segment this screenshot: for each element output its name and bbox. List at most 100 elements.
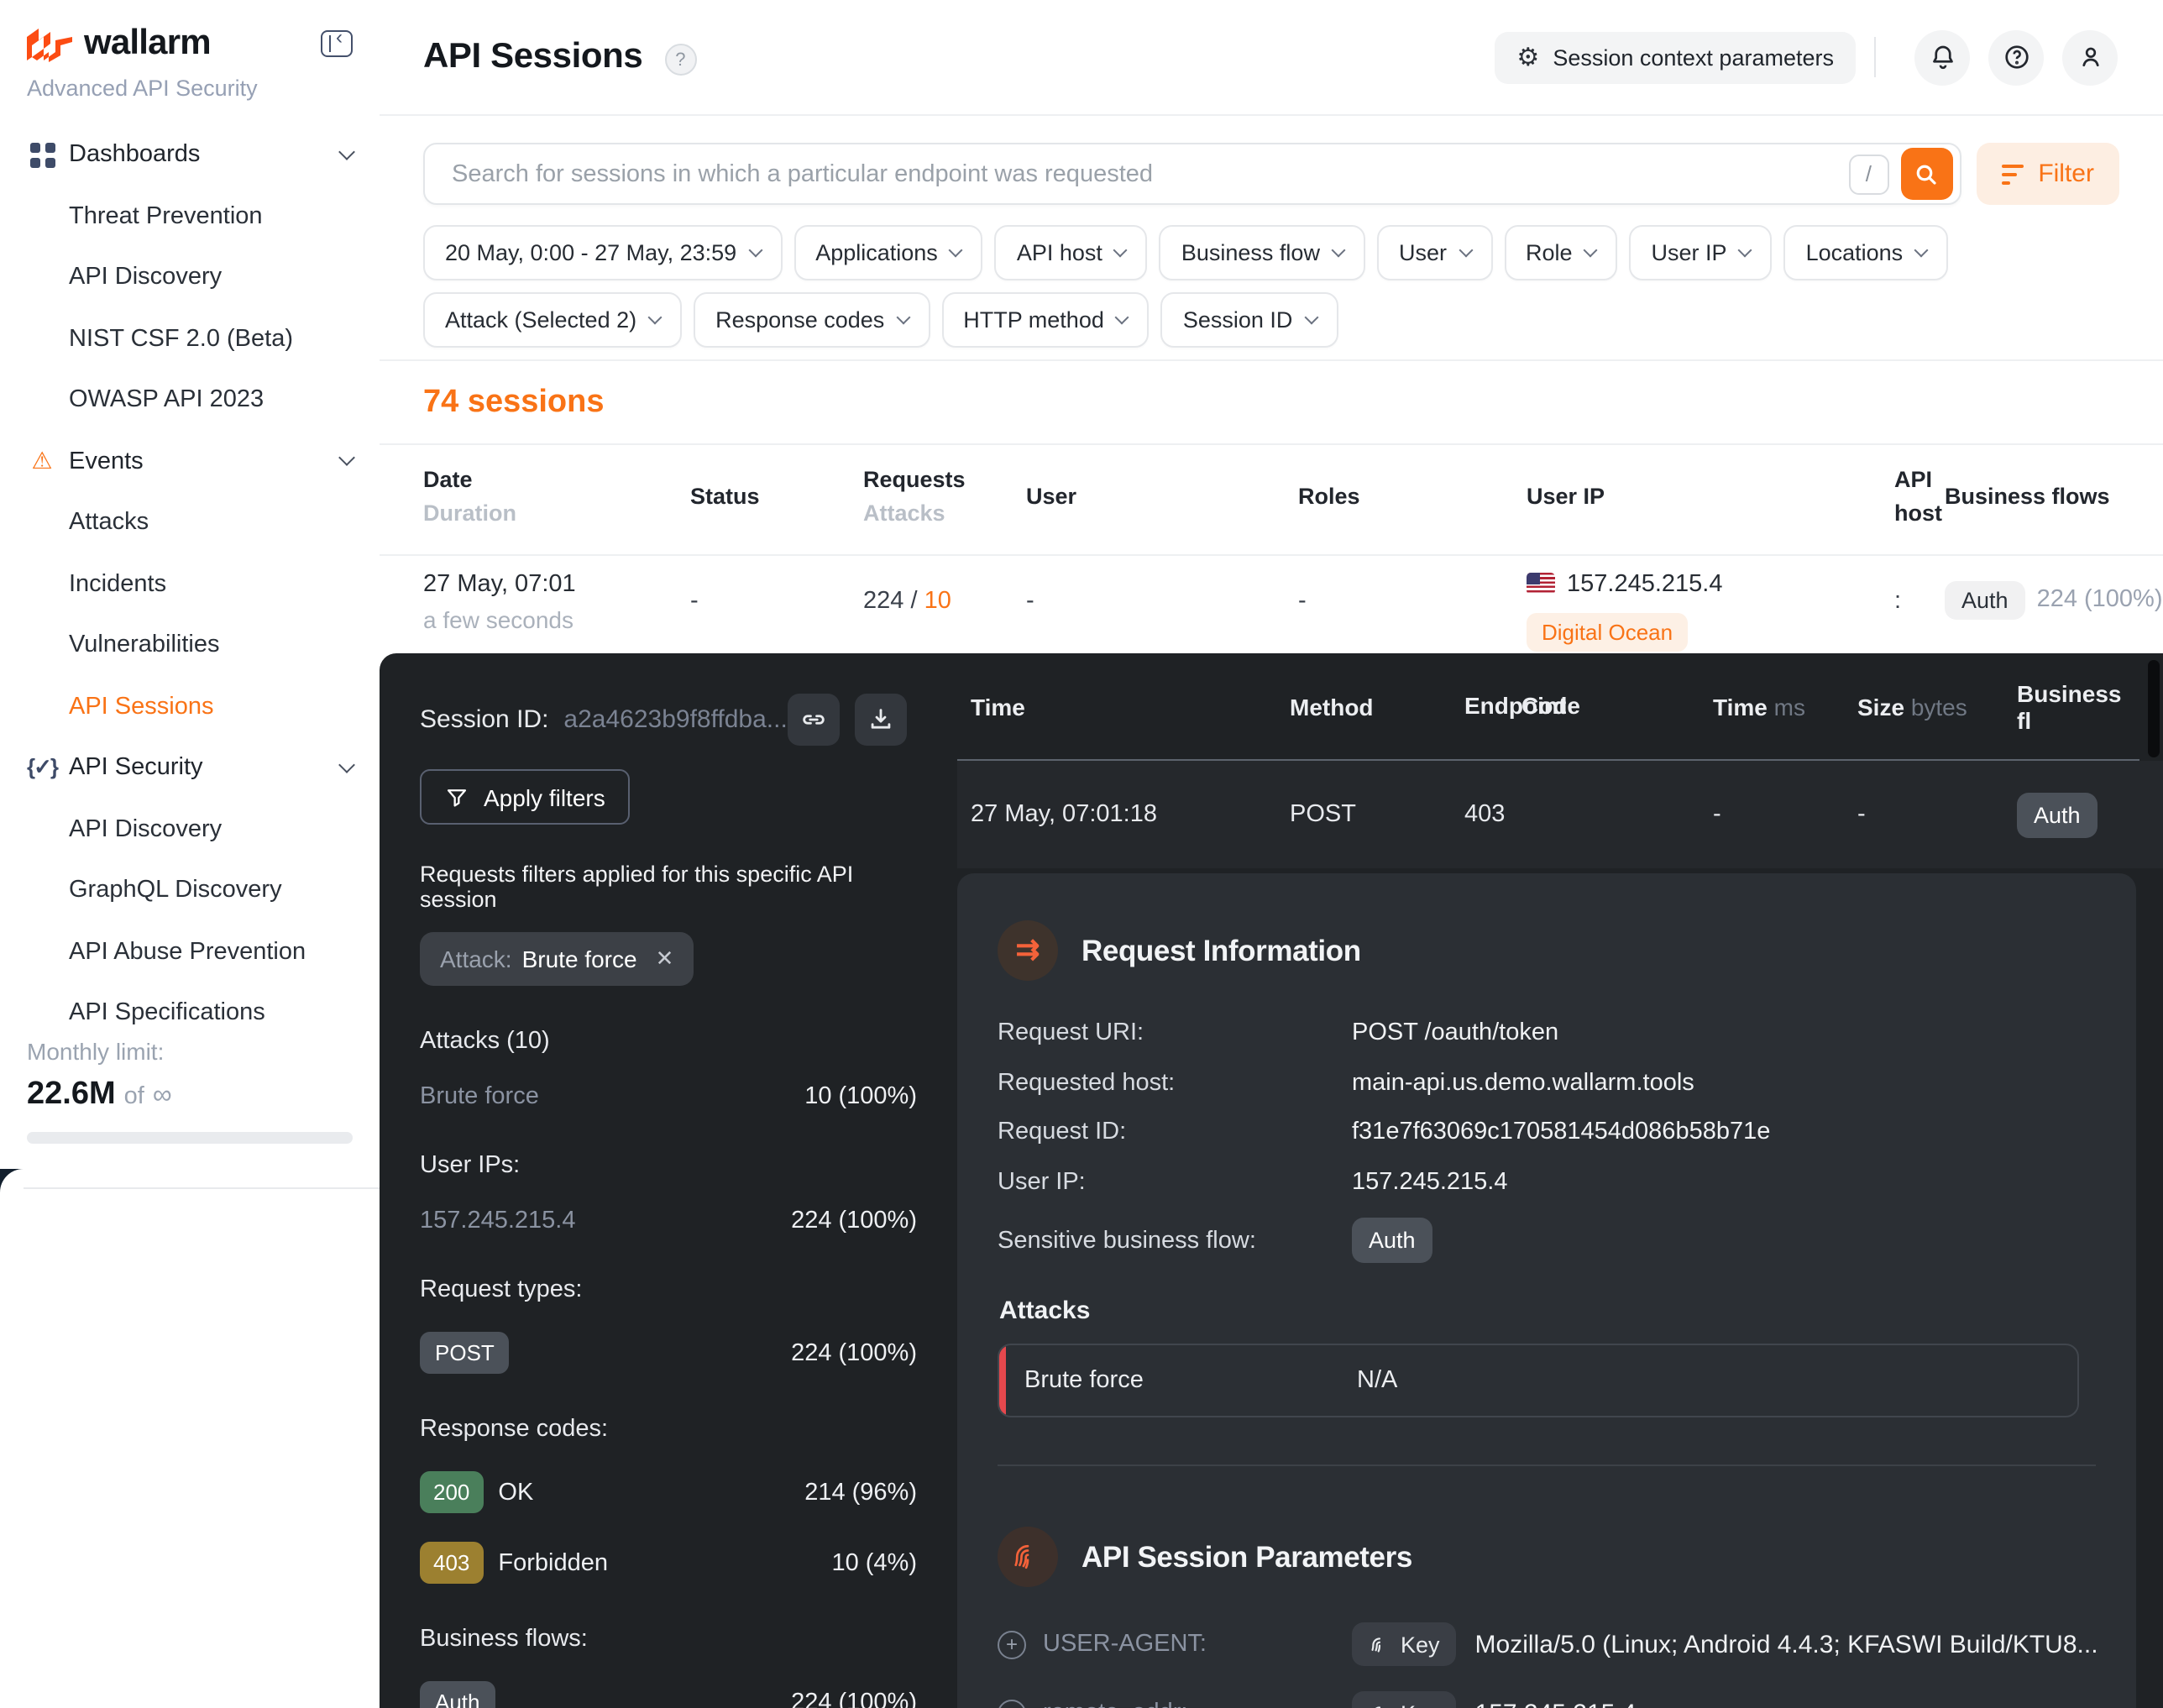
download-button[interactable] (855, 694, 907, 746)
chip-label: HTTP method (963, 307, 1104, 333)
request-uri-label: Request URI: (998, 1019, 1352, 1046)
sidebar-item-api-discovery-2[interactable]: API Discovery (27, 799, 353, 860)
chip-label: Applications (815, 240, 938, 265)
header-divider (1874, 37, 1876, 77)
chip-label: User (1399, 240, 1447, 265)
sidebar-item-api-abuse-prevention[interactable]: API Abuse Prevention (27, 921, 353, 982)
sidebar-item-events[interactable]: ⚠ Events (27, 431, 353, 492)
title-help-icon[interactable]: ? (664, 44, 696, 76)
filter-chip-response-codes[interactable]: Response codes (694, 292, 930, 348)
attack-value: N/A (1357, 1367, 1397, 1394)
col-user: User (1026, 480, 1298, 515)
col-business-flows: Business flows (1945, 480, 2163, 515)
filter-button[interactable]: Filter (1976, 143, 2119, 205)
col-time-ms: Time ms (1713, 693, 1857, 720)
sidebar-item-nist-csf[interactable]: NIST CSF 2.0 (Beta) (27, 308, 353, 369)
notifications-bell-icon[interactable] (1914, 29, 1970, 85)
search-button[interactable] (1900, 148, 1952, 200)
attack-name: Brute force (1024, 1367, 1357, 1394)
filter-chip-attack[interactable]: Attack (Selected 2) (423, 292, 682, 348)
sidebar-item-label: API Discovery (69, 816, 222, 843)
page-header: API Sessions ? ⚙ Session context paramet… (380, 0, 2163, 116)
chevron-down-icon (338, 757, 355, 773)
cell-user: - (1026, 570, 1298, 614)
user-ip-value: 157.245.215.4 (1352, 1168, 1507, 1195)
apply-filters-button[interactable]: Apply filters (420, 769, 631, 825)
chevron-down-icon (1459, 244, 1473, 258)
attack-type-link[interactable]: Brute force (420, 1083, 539, 1110)
filter-chip-session-id[interactable]: Session ID (1161, 292, 1338, 348)
cell-api-host: : (1894, 570, 1945, 614)
filter-chip-http-method[interactable]: HTTP method (941, 292, 1150, 348)
auth-badge: Auth (1945, 580, 2025, 619)
monthly-limit-of: of (124, 1083, 144, 1110)
sidebar-item-label: Events (69, 448, 144, 475)
request-row[interactable]: 27 May, 07:01:18 POST 403 - - Auth (957, 761, 2163, 868)
sidebar-item-api-discovery[interactable]: API Discovery (27, 247, 353, 308)
expand-plus-icon[interactable]: + (998, 1699, 1026, 1708)
sidebar-item-api-specifications[interactable]: API Specifications (27, 982, 353, 1044)
filter-chip-role[interactable]: Role (1504, 225, 1618, 280)
attacks-section-title: Attacks (10) (420, 1028, 917, 1055)
col-user-ip: User IP (1527, 480, 1894, 515)
chip-label: API host (1017, 240, 1102, 265)
filter-chip-date-range[interactable]: 20 May, 0:00 - 27 May, 23:59 (423, 225, 782, 280)
sidebar-item-dashboards[interactable]: Dashboards (27, 124, 353, 186)
chip-label: Session ID (1183, 307, 1293, 333)
col-endpoint-code: Endpoint Code (1464, 691, 1713, 721)
key-chip[interactable]: Key (1352, 1622, 1457, 1666)
filter-chip-locations[interactable]: Locations (1784, 225, 1949, 280)
sidebar-item-label: OWASP API 2023 (69, 387, 264, 414)
sidebar-item-label: API Discovery (69, 265, 222, 291)
sidebar-item-api-security[interactable]: {✓} API Security (27, 737, 353, 799)
sidebar-item-graphql-discovery[interactable]: GraphQL Discovery (27, 860, 353, 921)
attacks-subheading: Attacks (998, 1297, 2096, 1325)
close-icon[interactable]: ✕ (656, 946, 674, 972)
sidebar-item-owasp-api[interactable]: OWASP API 2023 (27, 369, 353, 431)
panel-scrollbar-thumb[interactable] (2148, 660, 2160, 757)
filter-chip-user[interactable]: User (1377, 225, 1492, 280)
key-chip[interactable]: Key (1352, 1691, 1457, 1708)
corner-notch (0, 1169, 27, 1199)
sidebar-footer-divider (24, 1187, 380, 1189)
request-id-value: f31e7f63069c170581454d086b58b71e (1352, 1119, 1770, 1145)
filter-chip-user-ip[interactable]: User IP (1630, 225, 1773, 280)
user-profile-icon[interactable] (2062, 29, 2118, 85)
filter-chip-api-host[interactable]: API host (995, 225, 1148, 280)
chevron-down-icon (1584, 244, 1598, 258)
col-requests: RequestsAttacks (863, 464, 1026, 532)
monthly-limit-progressbar (27, 1132, 353, 1144)
filter-chip-business-flow[interactable]: Business flow (1160, 225, 1365, 280)
attack-filter-chip[interactable]: Attack: Brute force ✕ (420, 932, 694, 986)
copy-link-button[interactable] (788, 694, 840, 746)
session-context-parameters-button[interactable]: ⚙ Session context parameters (1495, 31, 1856, 83)
col-roles: Roles (1298, 480, 1527, 515)
sidebar-item-label: API Specifications (69, 1000, 265, 1027)
request-details-card: ⇉ Request Information Request URI:POST /… (957, 873, 2136, 1708)
sidebar-item-api-sessions[interactable]: API Sessions (27, 676, 353, 737)
user-ips-section-title: User IPs: (420, 1152, 917, 1179)
help-icon[interactable] (1988, 29, 2044, 85)
sidebar-item-vulnerabilities[interactable]: Vulnerabilities (27, 615, 353, 676)
auth-flow-count: 224 (100%) (791, 1689, 917, 1708)
divider (998, 1464, 2096, 1466)
filter-chip-applications[interactable]: Applications (793, 225, 983, 280)
us-flag-icon (1527, 573, 1555, 595)
chevron-down-icon (1113, 244, 1128, 258)
expand-plus-icon[interactable]: + (998, 1630, 1026, 1658)
sidebar-item-threat-prevention[interactable]: Threat Prevention (27, 186, 353, 247)
divider (380, 359, 2163, 361)
sidebar-collapse-icon[interactable] (321, 30, 353, 57)
warning-triangle-icon: ⚠ (27, 448, 57, 476)
col-size: Size bytes (1857, 693, 2017, 720)
auth-flow-badge: Auth (420, 1681, 495, 1708)
sidebar-item-incidents[interactable]: Incidents (27, 553, 353, 615)
monthly-limit-block: Monthly limit: 22.6M of ∞ (27, 1038, 353, 1144)
search-input[interactable] (452, 160, 1848, 187)
sessions-table-header: DateDuration Status RequestsAttacks User… (380, 443, 2163, 555)
session-table-row[interactable]: 27 May, 07:01a few seconds - 224 / 10 - … (380, 555, 2163, 651)
chevron-down-icon (896, 311, 910, 325)
infinity-icon: ∞ (153, 1082, 172, 1112)
user-ip-link[interactable]: 157.245.215.4 (420, 1208, 575, 1234)
sidebar-item-attacks[interactable]: Attacks (27, 492, 353, 553)
